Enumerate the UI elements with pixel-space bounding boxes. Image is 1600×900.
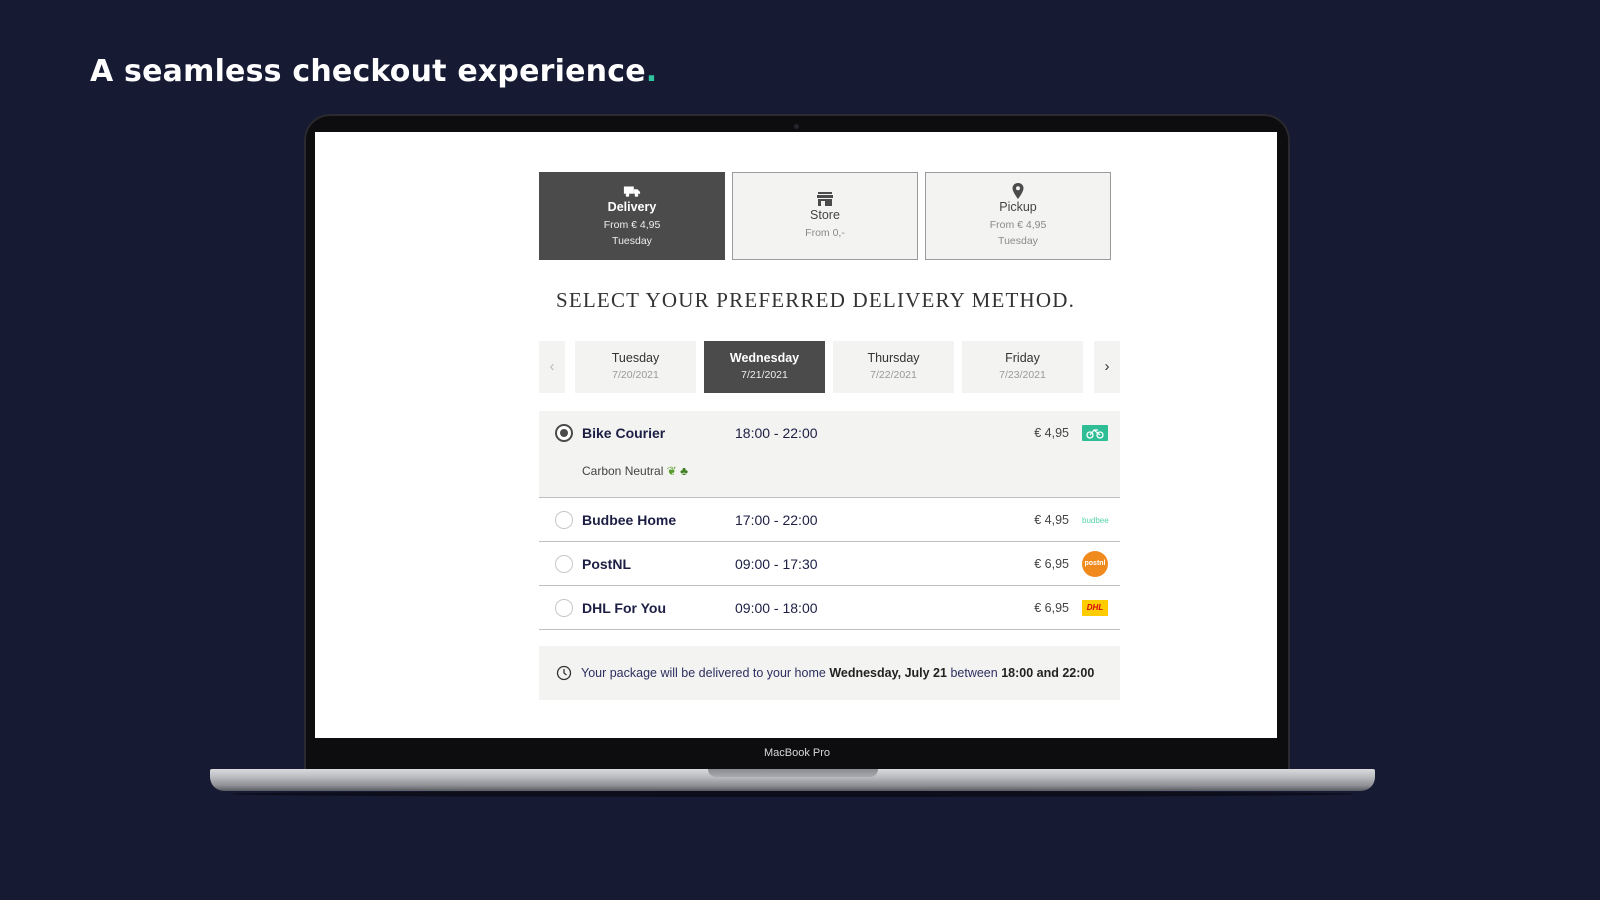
method-name: Delivery [607, 200, 657, 214]
section-title: SELECT YOUR PREFERRED DELIVERY METHOD. [556, 288, 1076, 312]
dhl-logo: DHL [1082, 600, 1108, 616]
page-headline: A seamless checkout experience. [90, 54, 657, 89]
laptop-notch [708, 769, 878, 777]
location-pin-icon [1012, 183, 1024, 199]
delivery-summary: Your package will be delivered to your h… [539, 646, 1120, 700]
radio-dhl-for-you[interactable] [555, 599, 573, 617]
tree-icon: ♣ [680, 464, 688, 478]
headline-dot: . [645, 54, 658, 89]
option-budbee-home[interactable]: Budbee Home 17:00 - 22:00 € 4,95 budbee [539, 498, 1120, 542]
day-name: Wednesday [729, 351, 800, 365]
radio-budbee-home[interactable] [555, 511, 573, 529]
option-name: Budbee Home [582, 512, 677, 528]
option-name: DHL For You [582, 600, 666, 616]
radio-postnl[interactable] [555, 555, 573, 573]
day-tab-thursday[interactable]: Thursday 7/22/2021 [833, 341, 954, 393]
method-card-delivery[interactable]: Delivery From € 4,95 Tuesday [539, 172, 725, 260]
option-postnl[interactable]: PostNL 09:00 - 17:30 € 6,95 postnl [539, 542, 1120, 586]
camera-icon [794, 124, 799, 129]
method-card-pickup[interactable]: Pickup From € 4,95 Tuesday [925, 172, 1111, 260]
headline-text: A seamless checkout experience [90, 54, 646, 89]
bike-courier-logo [1082, 425, 1108, 441]
method-day: Tuesday [998, 235, 1038, 247]
truck-icon [623, 186, 641, 197]
option-dhl-for-you[interactable]: DHL For You 09:00 - 18:00 € 6,95 DHL [539, 586, 1120, 630]
option-price: € 6,95 [1034, 601, 1069, 615]
day-name: Friday [1005, 351, 1040, 365]
day-tab-tuesday[interactable]: Tuesday 7/20/2021 [575, 341, 696, 393]
option-time: 17:00 - 22:00 [735, 512, 818, 528]
postnl-logo: postnl [1082, 551, 1108, 577]
option-time: 09:00 - 17:30 [735, 556, 818, 572]
option-bike-courier[interactable]: Bike Courier 18:00 - 22:00 € 4,95 Carbon… [539, 411, 1120, 498]
day-name: Tuesday [611, 351, 660, 365]
method-name: Pickup [999, 200, 1037, 214]
option-name: Bike Courier [582, 425, 666, 441]
day-date: 7/22/2021 [870, 369, 917, 381]
day-tab-wednesday[interactable]: Wednesday 7/21/2021 [704, 341, 825, 393]
option-price: € 6,95 [1034, 557, 1069, 571]
method-name: Store [810, 208, 840, 222]
option-time: 18:00 - 22:00 [735, 425, 818, 441]
delivery-summary-text: Your package will be delivered to your h… [581, 666, 1095, 680]
laptop-shadow [230, 791, 1355, 797]
option-time: 09:00 - 18:00 [735, 600, 818, 616]
clock-icon [556, 665, 572, 681]
option-name: PostNL [582, 556, 631, 572]
chevron-right-icon: › [1104, 358, 1110, 375]
budbee-logo: budbee [1082, 516, 1109, 525]
carbon-neutral-note: Carbon Neutral ❦ ♣ [582, 464, 688, 478]
day-date: 7/21/2021 [741, 369, 788, 381]
method-day: Tuesday [612, 235, 652, 247]
method-price: From € 4,95 [989, 219, 1047, 231]
day-name: Thursday [867, 351, 920, 365]
radio-bike-courier[interactable] [555, 424, 573, 442]
chevron-left-icon: ‹ [549, 358, 555, 375]
leaf-icon: ❦ [666, 464, 677, 478]
day-tab-friday[interactable]: Friday 7/23/2021 [962, 341, 1083, 393]
prev-day-button[interactable]: ‹ [539, 341, 565, 393]
option-price: € 4,95 [1034, 513, 1069, 527]
method-price: From 0,- [805, 227, 845, 239]
method-price: From € 4,95 [603, 219, 661, 231]
store-icon [817, 192, 833, 206]
day-date: 7/23/2021 [999, 369, 1046, 381]
device-label: MacBook Pro [763, 747, 831, 759]
method-card-store[interactable]: Store From 0,- [732, 172, 918, 260]
day-date: 7/20/2021 [612, 369, 659, 381]
option-price: € 4,95 [1034, 426, 1069, 440]
next-day-button[interactable]: › [1094, 341, 1120, 393]
checkout-screen: Delivery From € 4,95 Tuesday Store From … [315, 132, 1277, 738]
